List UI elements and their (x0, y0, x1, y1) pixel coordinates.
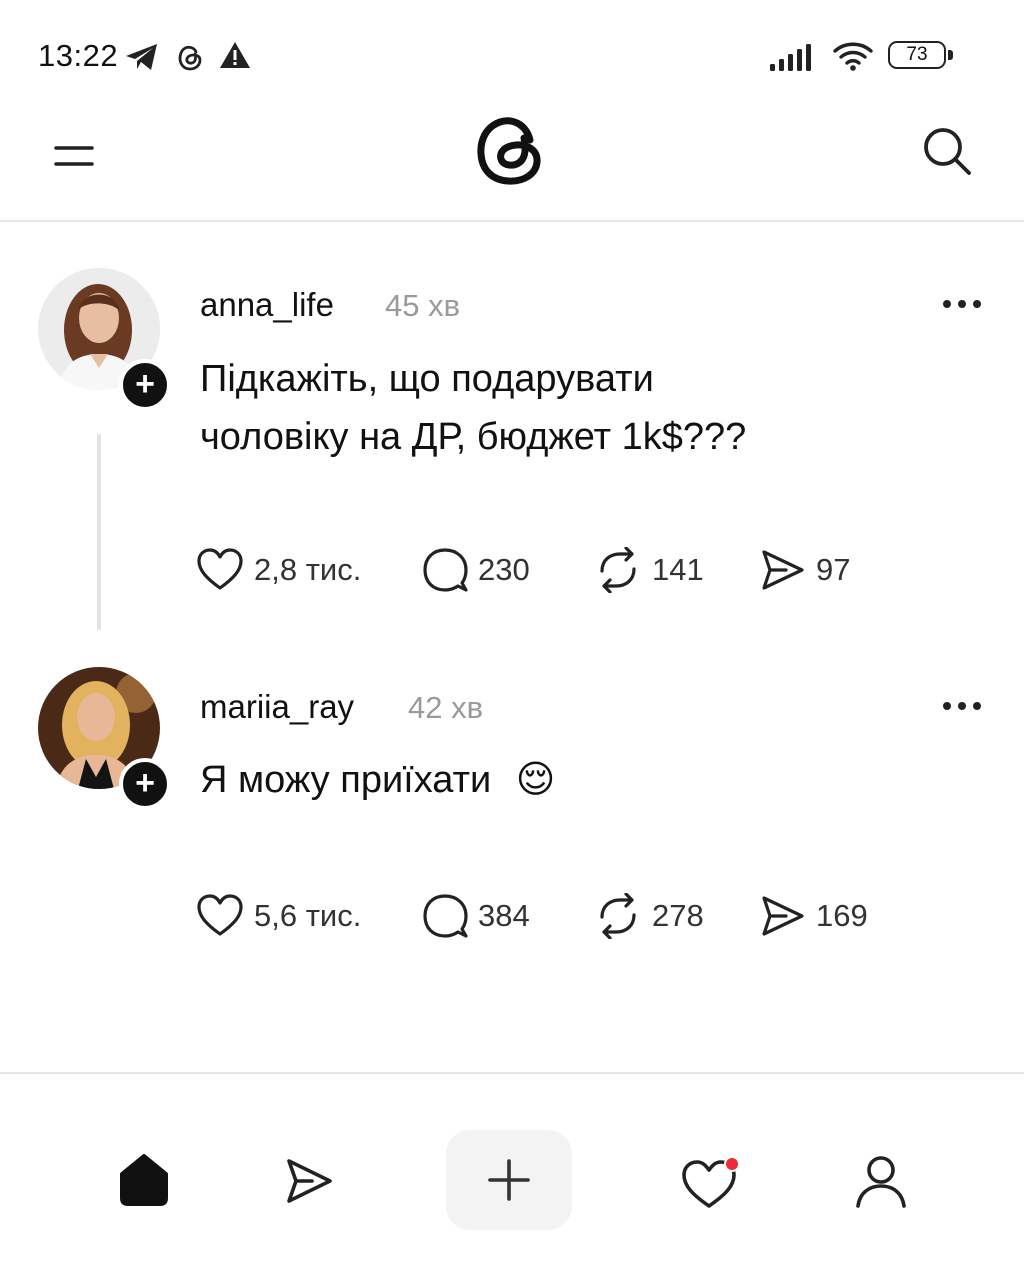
menu-icon[interactable] (52, 134, 96, 178)
telegram-icon (126, 44, 157, 70)
bottom-nav (0, 1072, 1024, 1282)
emoji: 😌 (515, 759, 556, 801)
like-count: 5,6 тис. (254, 898, 362, 933)
status-bar: 13:22 73 (0, 0, 1024, 110)
post-text: Я можу приїхати 😌 (200, 751, 960, 809)
top-nav (0, 110, 1024, 222)
like-button[interactable]: 5,6 тис. (196, 891, 361, 941)
share-icon (762, 550, 804, 590)
status-time: 13:22 (38, 38, 119, 73)
follow-button[interactable]: + (119, 359, 171, 411)
post-text-line: Підкажіть, що подарувати (200, 358, 654, 400)
threads-small-icon (178, 45, 202, 71)
plus-icon (488, 1159, 530, 1201)
like-count: 2,8 тис. (254, 552, 362, 587)
signal-icon (770, 44, 811, 71)
create-button[interactable] (446, 1130, 572, 1230)
comment-button[interactable]: 384 (422, 891, 530, 941)
comment-icon (423, 548, 468, 592)
post-text-line: Я можу приїхати (200, 759, 492, 801)
warning-icon (220, 42, 250, 68)
heart-icon (197, 548, 243, 590)
share-button[interactable]: 97 (760, 545, 850, 595)
thread-line (97, 434, 101, 630)
threads-logo-icon[interactable] (472, 110, 548, 190)
comment-button[interactable]: 230 (422, 545, 530, 595)
comment-icon (423, 894, 468, 938)
search-icon[interactable] (920, 124, 974, 178)
post-card: + anna_life 45 хв Підкажіть, що подарува… (0, 220, 1024, 640)
comment-count: 384 (478, 898, 530, 933)
post-time: 45 хв (385, 288, 461, 323)
post-actions: 5,6 тис. 384 278 169 (196, 891, 916, 941)
battery-indicator: 73 (888, 41, 953, 69)
repost-count: 278 (652, 898, 704, 933)
repost-icon (600, 547, 636, 593)
share-icon (762, 896, 804, 936)
post-username[interactable]: anna_life (200, 286, 334, 324)
notification-dot (724, 1156, 740, 1172)
post-text-line: чоловіку на ДР, бюджет 1k$??? (200, 416, 747, 458)
follow-button[interactable]: + (119, 758, 171, 810)
share-count: 97 (816, 552, 851, 587)
repost-icon (600, 893, 636, 939)
wifi-icon (833, 42, 873, 71)
post-card: + mariia_ray 42 хв Я можу приїхати 😌 5,6… (0, 640, 1024, 1000)
share-count: 169 (816, 898, 868, 933)
share-button[interactable]: 169 (760, 891, 868, 941)
post-time: 42 хв (408, 690, 484, 725)
post-actions: 2,8 тис. 230 141 97 (196, 545, 916, 595)
repost-count: 141 (652, 552, 704, 587)
more-options-icon[interactable] (942, 700, 982, 712)
repost-button[interactable]: 141 (594, 545, 704, 595)
more-options-icon[interactable] (942, 298, 982, 310)
home-icon[interactable] (116, 1152, 172, 1208)
send-icon[interactable] (284, 1156, 334, 1206)
repost-button[interactable]: 278 (594, 891, 704, 941)
heart-icon (197, 894, 243, 936)
comment-count: 230 (478, 552, 530, 587)
post-username[interactable]: mariia_ray (200, 688, 354, 726)
profile-icon[interactable] (854, 1154, 908, 1208)
like-button[interactable]: 2,8 тис. (196, 545, 361, 595)
post-text: Підкажіть, що подарувати чоловіку на ДР,… (200, 350, 960, 466)
